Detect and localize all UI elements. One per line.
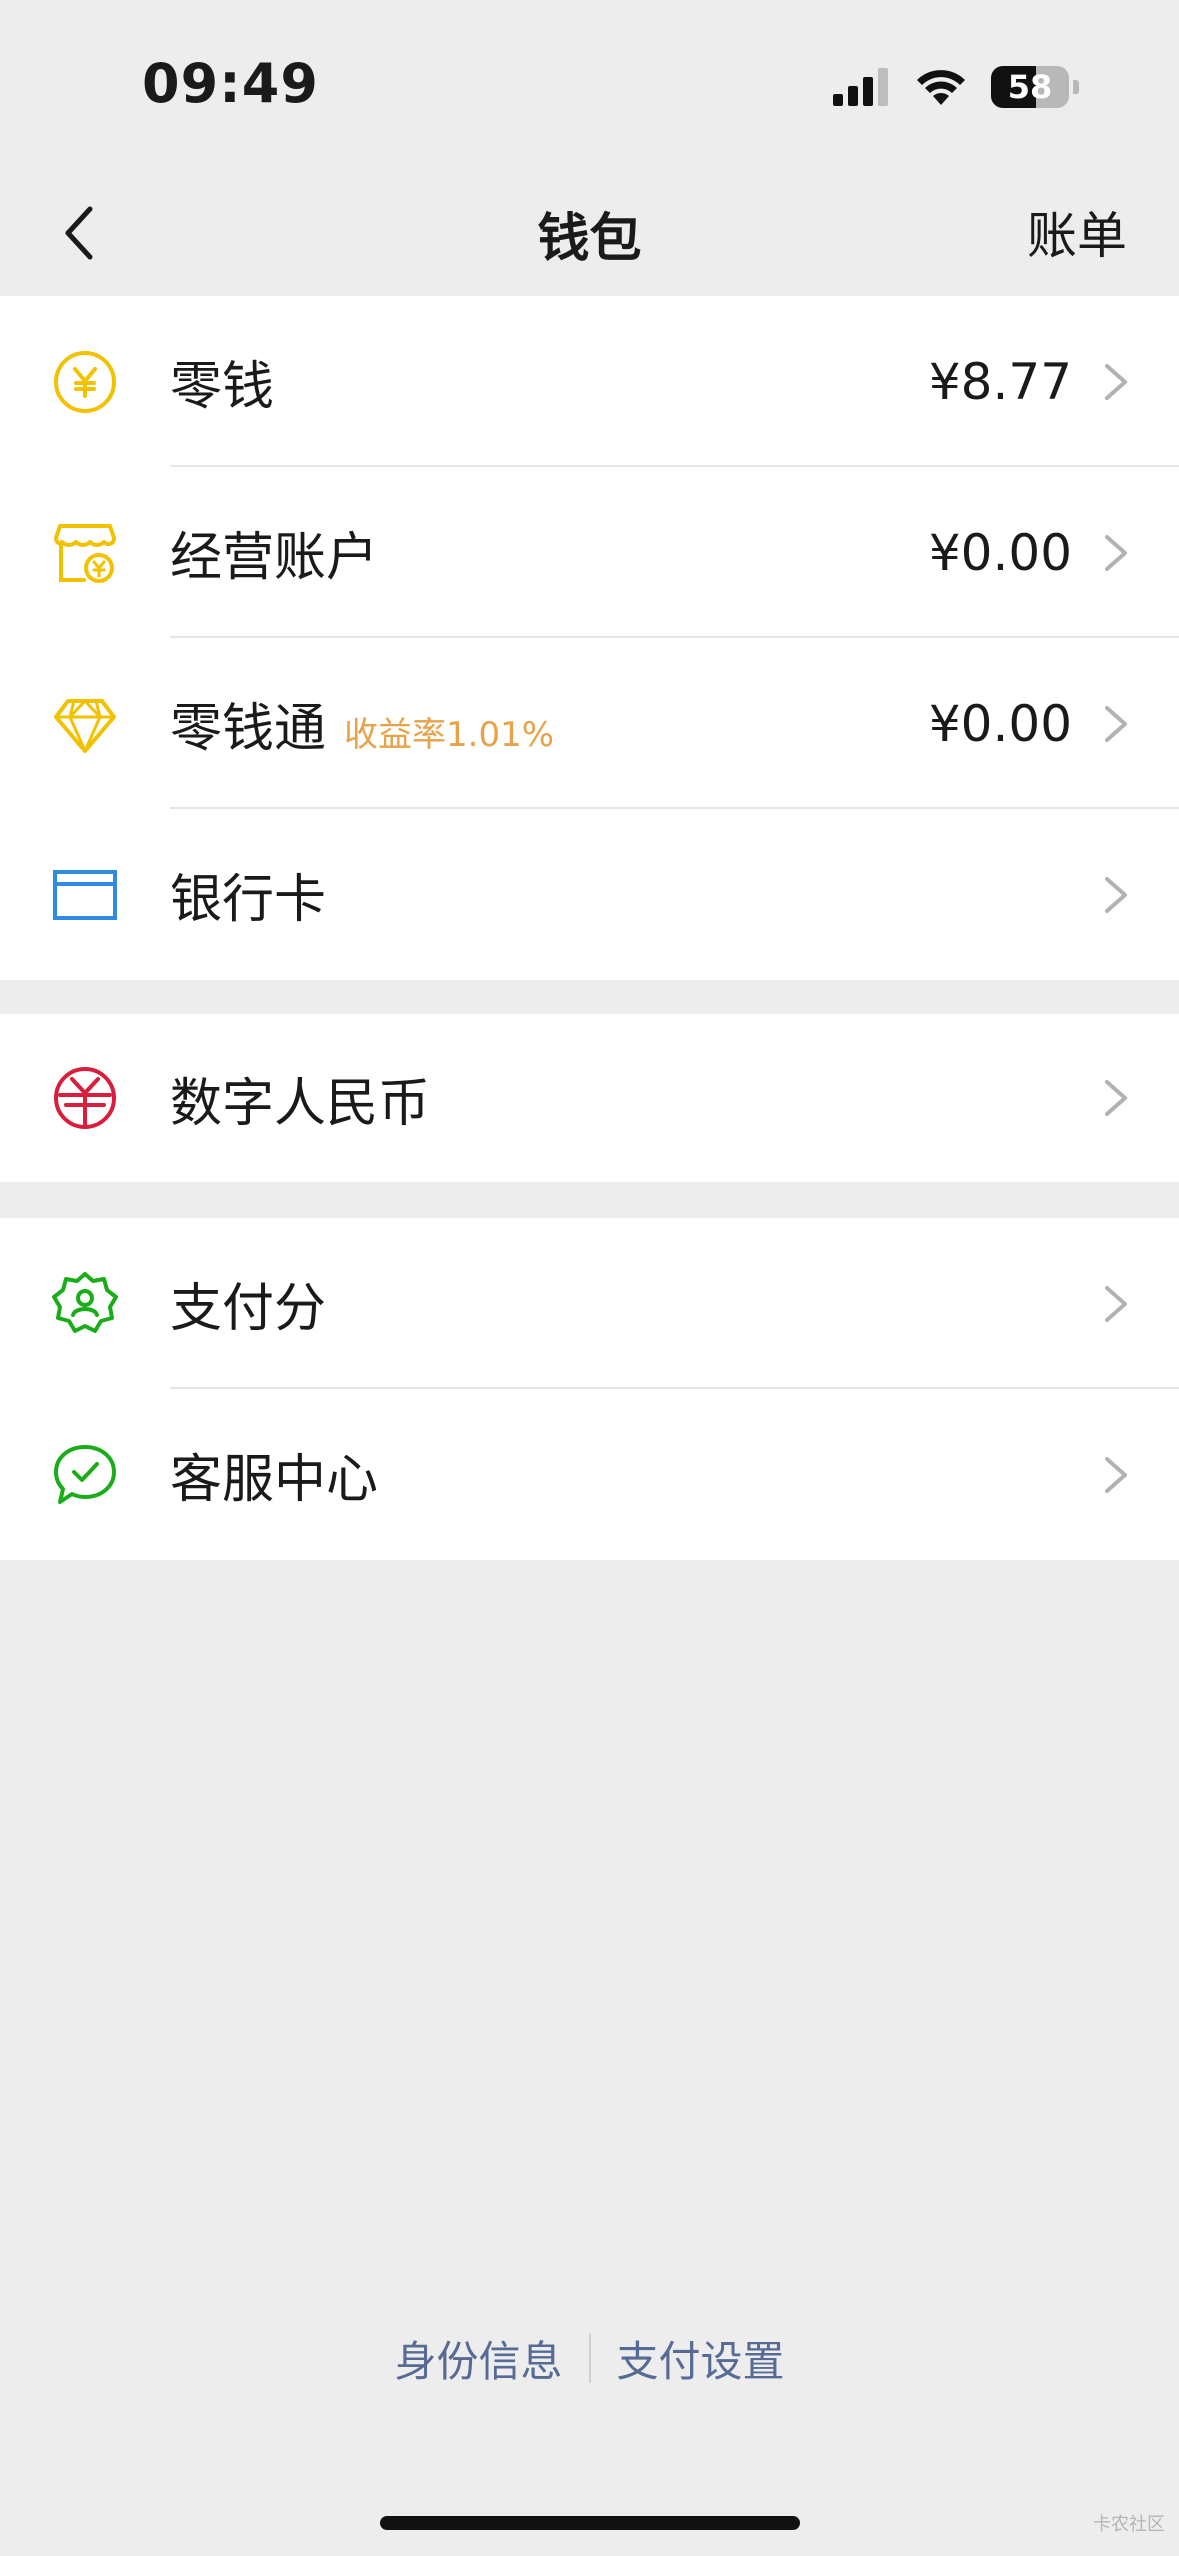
row-label: 零钱 — [170, 357, 275, 417]
row-business-account[interactable]: 经营账户 ¥0.00 — [0, 467, 1179, 638]
bill-button[interactable]: 账单 — [1027, 196, 1127, 268]
yield-rate-badge: 收益率1.01% — [344, 715, 555, 755]
nav-bar: 钱包 账单 — [0, 170, 1179, 296]
watermark: 卡农社区 — [1093, 2514, 1165, 2535]
digital-rmb-group: 数字人民币 — [0, 1014, 1179, 1182]
wallet-balances-group: 零钱 ¥8.77 经营账户 ¥0.00 零钱通 收益率1.01% ¥0.00 银… — [0, 296, 1179, 980]
battery-cap — [1073, 80, 1079, 94]
battery-percent: 58 — [1007, 68, 1053, 106]
row-digital-rmb[interactable]: 数字人民币 — [0, 1014, 1179, 1182]
row-label-text: 零钱通 — [170, 699, 327, 759]
row-label: 支付分 — [170, 1279, 327, 1339]
identity-info-link[interactable]: 身份信息 — [394, 2328, 562, 2389]
wifi-icon — [917, 70, 965, 105]
chevron-right-icon — [1105, 363, 1127, 400]
yen-coin-icon — [54, 350, 116, 413]
row-label: 经营账户 — [170, 528, 379, 588]
chevron-right-icon — [1105, 1285, 1127, 1322]
row-bank-card[interactable]: 银行卡 — [0, 809, 1179, 980]
payscore-badge-icon — [52, 1271, 118, 1333]
digital-rmb-icon — [54, 1067, 116, 1129]
chevron-right-icon — [1105, 876, 1127, 913]
chevron-right-icon — [1105, 705, 1127, 742]
chevron-right-icon — [1105, 534, 1127, 571]
row-label: 客服中心 — [170, 1450, 379, 1510]
row-customer-service[interactable]: 客服中心 — [0, 1389, 1179, 1560]
chevron-right-icon — [1105, 1080, 1127, 1116]
row-lingqiantong[interactable]: 零钱通 收益率1.01% ¥0.00 — [0, 638, 1179, 809]
services-group: 支付分 客服中心 — [0, 1218, 1179, 1560]
row-amount: ¥0.00 — [928, 523, 1072, 582]
home-indicator[interactable] — [380, 2516, 800, 2530]
row-amount: ¥0.00 — [928, 694, 1072, 753]
row-label: 银行卡 — [170, 870, 327, 930]
diamond-icon — [54, 698, 116, 753]
row-change[interactable]: 零钱 ¥8.77 — [0, 296, 1179, 467]
card-icon — [53, 869, 117, 920]
shop-icon — [54, 523, 116, 583]
chevron-right-icon — [1105, 1456, 1127, 1493]
status-icons: 58 — [833, 62, 1079, 112]
row-payscore[interactable]: 支付分 — [0, 1218, 1179, 1389]
row-label: 零钱通 收益率1.01% — [170, 686, 554, 761]
status-time: 09:49 — [142, 52, 319, 115]
row-label: 数字人民币 — [170, 1073, 431, 1134]
cellular-signal-icon — [833, 68, 888, 106]
chat-bubble-icon — [54, 1444, 116, 1504]
footer-links: 身份信息 支付设置 — [0, 2324, 1179, 2392]
page-title: 钱包 — [537, 209, 642, 269]
battery-icon: 58 — [991, 66, 1069, 108]
status-bar: 09:49 58 — [0, 0, 1179, 170]
footer-separator — [588, 2333, 591, 2383]
payment-settings-link[interactable]: 支付设置 — [617, 2328, 785, 2389]
row-amount: ¥8.77 — [928, 352, 1072, 411]
